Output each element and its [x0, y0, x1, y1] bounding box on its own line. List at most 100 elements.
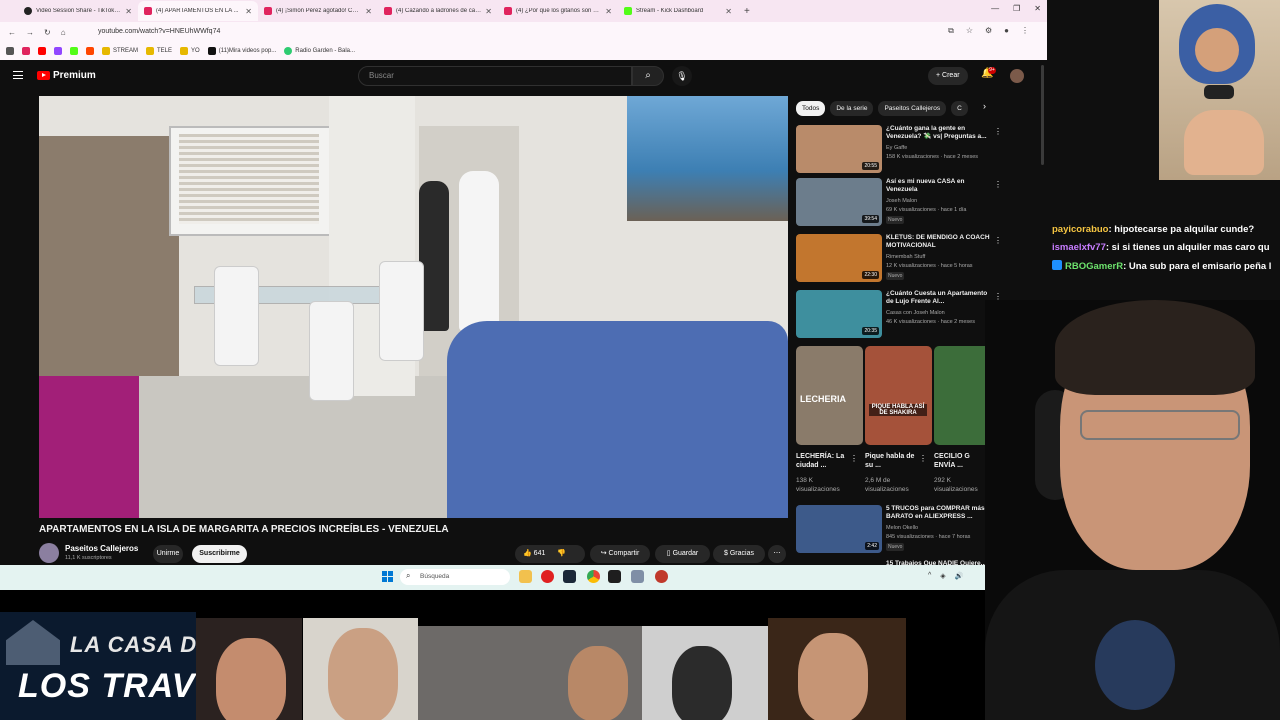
bookmark-icon[interactable] — [70, 47, 78, 55]
star-icon[interactable]: ☆ — [966, 26, 973, 36]
recommendation-title[interactable]: ¿Cuánto gana la gente en Venezuela? 💸 vs… — [886, 125, 991, 141]
short-caption[interactable]: Pique habla de su ... — [865, 452, 920, 470]
chip-series[interactable]: De la serie — [830, 101, 874, 116]
avatar[interactable] — [1010, 69, 1024, 83]
more-icon[interactable]: ⋮ — [850, 454, 858, 463]
close-icon[interactable]: ✕ — [725, 7, 732, 16]
recommendation-channel[interactable]: Casas con Joseh Malon — [886, 310, 945, 316]
reload-icon[interactable]: ↻ — [44, 28, 51, 37]
recommendation-channel[interactable]: Rimembah Stuff — [886, 254, 925, 260]
volume-icon[interactable]: 🔊 — [955, 572, 964, 580]
recommendation-item[interactable]: 2:42 5 TRUCOS para COMPRAR más BARATO en … — [796, 505, 1006, 555]
recommendation-title[interactable]: ¿Cuánto Cuesta un Apartamento de Lujo Fr… — [886, 290, 991, 306]
menu-dots-icon[interactable]: ⋮ — [1021, 26, 1029, 36]
tab-youtube-4[interactable]: (4) ¿Por qué los gitanos son oc... ✕ — [498, 1, 618, 21]
file-explorer-icon[interactable] — [519, 570, 532, 583]
more-icon[interactable]: ⋮ — [994, 180, 1002, 189]
tab-tiktok[interactable]: Video Session Share - TikTok St... ✕ — [18, 1, 138, 21]
video-thumbnail[interactable]: 22:30 — [796, 234, 882, 282]
chip-partial[interactable]: C — [951, 101, 968, 116]
close-icon[interactable]: ✕ — [605, 7, 612, 16]
recommendation-item[interactable]: 22:30 KLETUS: DE MENDIGO A COACH MOTIVACI… — [796, 234, 1006, 284]
tab-youtube-2[interactable]: (4) ¡Simón Pérez agotado! Con... ✕ — [258, 1, 378, 21]
recommendation-title[interactable]: Así es mi nueva CASA en Venezuela — [886, 178, 991, 194]
channel-name[interactable]: Paseitos Callejeros — [65, 544, 138, 553]
recommendation-item[interactable]: 20:35 ¿Cuánto Cuesta un Apartamento de Lu… — [796, 290, 1006, 340]
recommendation-title[interactable]: KLETUS: DE MENDIGO A COACH MOTIVACIONAL — [886, 234, 991, 250]
url-field[interactable]: youtube.com/watch?v=HNEUhWWfq74 — [90, 25, 930, 39]
close-icon[interactable]: ✕ — [245, 7, 252, 16]
video-thumbnail[interactable]: 20:35 — [796, 290, 882, 338]
bookmark-icon[interactable] — [86, 47, 94, 55]
chevron-up-icon[interactable]: ^ — [928, 572, 931, 580]
thanks-button[interactable]: $ Gracias — [713, 545, 765, 563]
chevron-right-icon[interactable]: › — [983, 101, 986, 111]
profile-icon[interactable]: ● — [1004, 26, 1009, 36]
chip-channel[interactable]: Paseitos Callejeros — [878, 101, 947, 116]
back-icon[interactable]: ← — [8, 28, 16, 37]
more-icon[interactable]: ⋮ — [994, 127, 1002, 136]
scrollbar-thumb[interactable] — [1041, 65, 1044, 165]
short-caption[interactable]: CECILIO G ENVÍA ... — [934, 452, 989, 470]
chat-username[interactable]: payicorabuo — [1052, 224, 1109, 235]
short-thumb[interactable]: LECHERIA — [796, 346, 863, 445]
recommendation-item[interactable]: 39:54 Así es mi nueva CASA en Venezuela Jo… — [796, 178, 1006, 228]
recommendation-item[interactable]: 20:55 ¿Cuánto gana la gente en Venezuela?… — [796, 125, 1006, 175]
voice-search-button[interactable]: 🎙 — [672, 66, 692, 86]
tab-youtube-3[interactable]: (4) Cazando a ladrones de carr... ✕ — [378, 1, 498, 21]
bookmark-icon[interactable] — [54, 47, 62, 55]
close-icon[interactable]: ✕ — [365, 7, 372, 16]
bookmark-icon[interactable] — [38, 47, 46, 55]
chrome-icon[interactable] — [587, 570, 600, 583]
record-icon[interactable] — [541, 570, 554, 583]
bookmark-yo[interactable]: YO — [180, 47, 200, 55]
video-thumbnail[interactable]: 2:42 — [796, 505, 882, 553]
search-input[interactable]: Buscar — [358, 66, 632, 86]
close-icon[interactable]: ✕ — [125, 7, 132, 16]
apps-icon[interactable] — [6, 47, 14, 55]
new-tab-button[interactable]: + — [744, 6, 750, 17]
thumbs-down-icon[interactable]: 👎 — [557, 550, 566, 557]
chip-all[interactable]: Todos — [796, 101, 826, 116]
recommendation-title[interactable]: 5 TRUCOS para COMPRAR más BARATO en ALIE… — [886, 505, 991, 521]
short-caption[interactable]: LECHERÍA: La ciudad ... — [796, 452, 851, 470]
install-icon[interactable]: ⧉ — [948, 26, 954, 36]
create-button[interactable]: + Crear — [928, 67, 968, 85]
network-icon[interactable]: ◈ — [940, 572, 945, 580]
share-button[interactable]: ↪ Compartir — [590, 545, 650, 563]
recommendation-channel[interactable]: Joseh Malon — [886, 198, 917, 204]
youtube-logo[interactable]: Premium — [37, 70, 96, 81]
windows-start-icon[interactable] — [382, 571, 393, 582]
bookmark-stream[interactable]: STREAM — [102, 47, 138, 55]
channel-avatar[interactable] — [39, 543, 59, 563]
tab-kick[interactable]: Stream - Kick Dashboard ✕ — [618, 1, 738, 21]
settings-icon[interactable] — [631, 570, 644, 583]
forward-icon[interactable]: → — [26, 28, 34, 37]
short-thumb[interactable]: PIQUE HABLA ASÍ DE SHAKIRA — [865, 346, 932, 445]
close-icon[interactable]: ✕ — [485, 7, 492, 16]
bookmark-icon[interactable] — [22, 47, 30, 55]
steam-icon[interactable] — [563, 570, 576, 583]
tab-youtube-current[interactable]: (4) APARTAMENTOS EN LA ... ✕ — [138, 1, 258, 21]
bookmark-tele[interactable]: TELE — [146, 47, 172, 55]
more-actions-button[interactable]: ⋯ — [768, 545, 786, 563]
app-icon[interactable] — [608, 570, 621, 583]
join-button[interactable]: Unirme — [153, 545, 183, 563]
bookmark-radio[interactable]: Radio Garden - Bala... — [284, 47, 355, 55]
extensions-icon[interactable]: ⚙ — [985, 26, 992, 36]
bookmark-videos[interactable]: (11)Mira videos pop... — [207, 47, 276, 55]
minimize-icon[interactable]: — — [991, 4, 999, 13]
chat-username[interactable]: RBOGamerR — [1065, 261, 1123, 272]
like-button[interactable]: 👍 641 👎 — [515, 545, 585, 563]
app-icon[interactable] — [655, 570, 668, 583]
chat-username[interactable]: ismaelxfv77 — [1052, 242, 1106, 253]
video-thumbnail[interactable]: 20:55 — [796, 125, 882, 173]
more-icon[interactable]: ⋮ — [919, 454, 927, 463]
recommendation-channel[interactable]: Melon Okello — [886, 525, 918, 531]
menu-icon[interactable] — [13, 71, 23, 79]
video-player[interactable] — [39, 96, 788, 518]
home-icon[interactable]: ⌂ — [61, 28, 66, 37]
search-button[interactable]: ⌕ — [632, 66, 664, 86]
close-window-icon[interactable]: ✕ — [1034, 4, 1041, 13]
maximize-icon[interactable]: ❐ — [1013, 4, 1020, 13]
